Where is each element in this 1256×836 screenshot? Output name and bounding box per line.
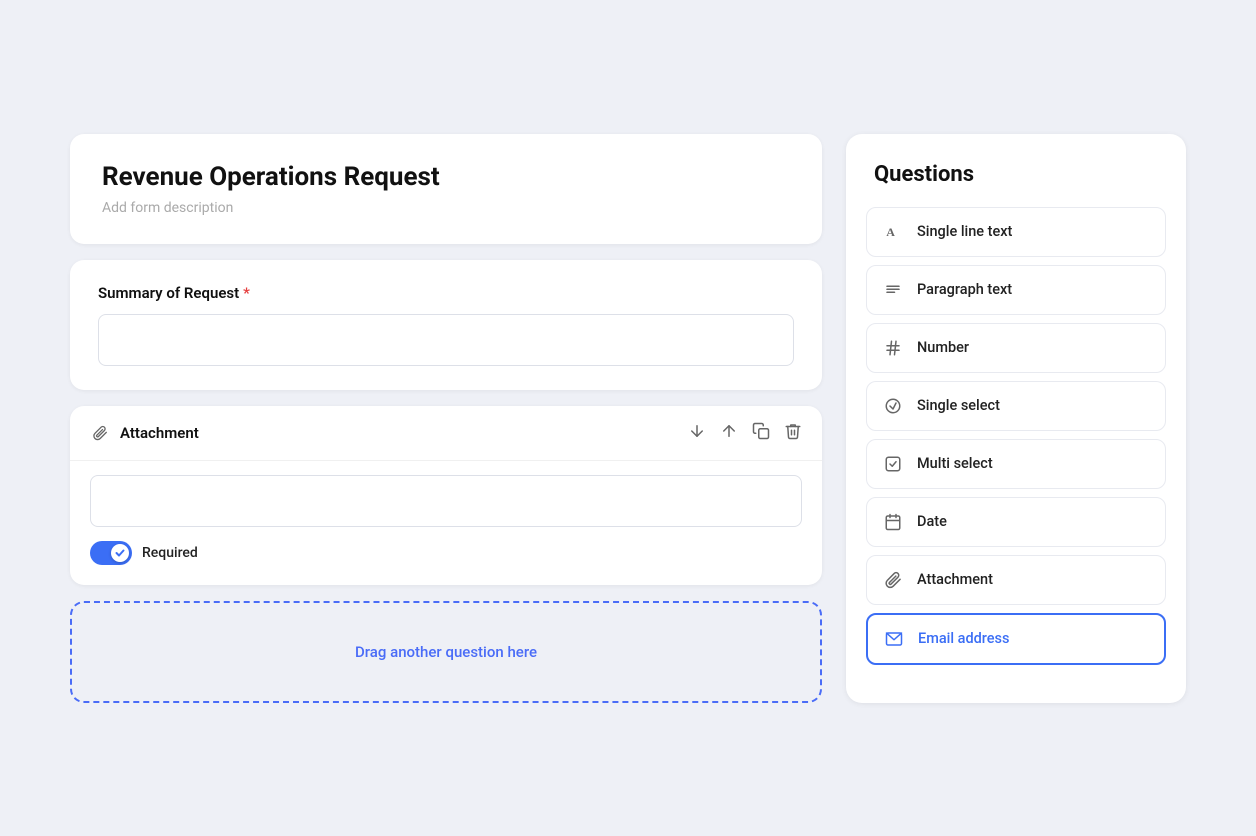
move-down-button[interactable] [688,422,706,444]
question-label-date: Date [917,513,947,530]
question-items-list: A Single line text Paragraph text [866,207,1166,665]
attachment-card: Attachment [70,406,822,585]
form-title: Revenue Operations Request [102,162,790,192]
question-label-attachment: Attachment [917,571,993,588]
drop-zone-text: Drag another question here [355,643,537,661]
summary-field-label: Summary of Request * [98,284,794,302]
single-select-icon [883,396,903,416]
form-panel: Revenue Operations Request Add form desc… [70,134,822,703]
question-label-multi-select: Multi select [917,455,993,472]
svg-text:A: A [886,224,895,238]
question-label-number: Number [917,339,969,356]
attachment-question-icon [883,570,903,590]
summary-input[interactable] [98,314,794,366]
date-icon [883,512,903,532]
required-toggle-row: Required [90,541,802,565]
question-item-attachment[interactable]: Attachment [866,555,1166,605]
question-label-single-line-text: Single line text [917,223,1012,240]
question-item-paragraph-text[interactable]: Paragraph text [866,265,1166,315]
number-icon [883,338,903,358]
form-description-placeholder[interactable]: Add form description [102,200,790,216]
multi-select-icon [883,454,903,474]
attachment-label: Attachment [120,424,199,442]
email-icon [884,629,904,649]
move-up-button[interactable] [720,422,738,444]
question-item-single-select[interactable]: Single select [866,381,1166,431]
question-item-multi-select[interactable]: Multi select [866,439,1166,489]
summary-field-card: Summary of Request * [70,260,822,390]
app-container: Revenue Operations Request Add form desc… [38,102,1218,735]
questions-panel-title: Questions [866,162,1166,187]
duplicate-button[interactable] [752,422,770,444]
attachment-header: Attachment [70,406,822,461]
question-item-email[interactable]: Email address [866,613,1166,665]
required-star: * [243,284,250,302]
attachment-icon [90,423,110,443]
delete-button[interactable] [784,422,802,444]
single-line-text-icon: A [883,222,903,242]
attachment-label-row: Attachment [90,423,199,443]
attachment-input-field[interactable] [90,475,802,527]
question-label-email: Email address [918,630,1009,647]
toggle-knob [111,544,129,562]
attachment-actions [688,422,802,444]
required-label: Required [142,545,198,561]
question-item-number[interactable]: Number [866,323,1166,373]
required-toggle[interactable] [90,541,132,565]
question-label-single-select: Single select [917,397,1000,414]
form-header-card: Revenue Operations Request Add form desc… [70,134,822,244]
paragraph-text-icon [883,280,903,300]
question-label-paragraph-text: Paragraph text [917,281,1012,298]
drop-zone[interactable]: Drag another question here [70,601,822,703]
questions-panel: Questions A Single line text [846,134,1186,703]
question-item-single-line-text[interactable]: A Single line text [866,207,1166,257]
attachment-body: Required [70,461,822,585]
question-item-date[interactable]: Date [866,497,1166,547]
